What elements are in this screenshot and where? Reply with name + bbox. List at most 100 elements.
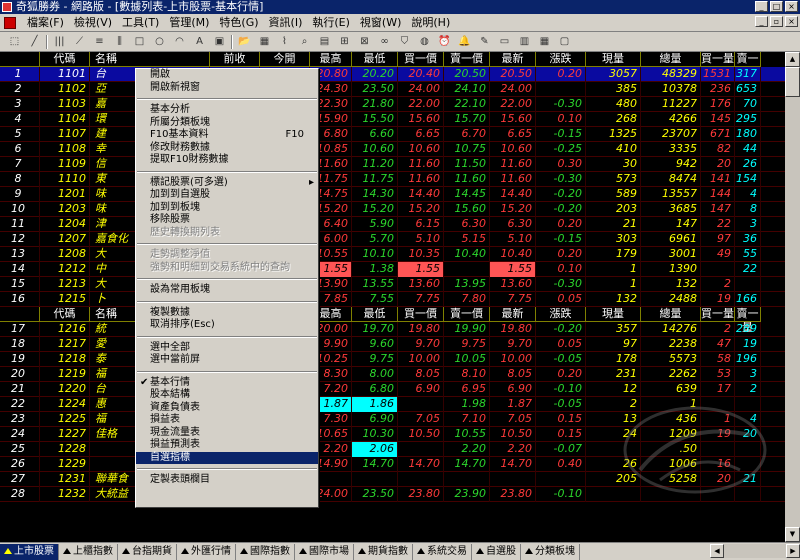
- context-item[interactable]: 損益表: [136, 414, 318, 427]
- menu-0[interactable]: 檔案(F): [22, 15, 69, 31]
- scroll-thumb[interactable]: [785, 67, 800, 97]
- table-row[interactable]: 10 1203 味 15.20 15.20 15.20 15.60 15.20 -0.20 203…: [0, 202, 785, 217]
- minimize-button[interactable]: _: [755, 1, 768, 12]
- menu-5[interactable]: 資訊(I): [264, 15, 308, 31]
- menu-8[interactable]: 說明(H): [406, 15, 455, 31]
- menu-1[interactable]: 檢視(V): [69, 15, 117, 31]
- bell-icon[interactable]: 🔔: [456, 34, 473, 49]
- menu-4[interactable]: 特色(G): [214, 15, 263, 31]
- column-header[interactable]: 現量: [586, 307, 641, 322]
- child-close-button[interactable]: ×: [785, 16, 798, 27]
- calc-icon[interactable]: ▦: [256, 34, 273, 49]
- table-row[interactable]: 6 1108 幸 10.85 10.60 10.60 10.75 10.60 -0.25 410 3…: [0, 142, 785, 157]
- shield-icon[interactable]: ⛉: [396, 34, 413, 49]
- fib-tool-icon[interactable]: ⫼: [111, 34, 128, 49]
- table-icon[interactable]: ⊞: [336, 34, 353, 49]
- window-icon[interactable]: ▢: [556, 34, 573, 49]
- menu-7[interactable]: 視窗(W): [355, 15, 406, 31]
- context-item[interactable]: 損益預測表: [136, 439, 318, 452]
- context-item[interactable]: 自選指標: [136, 451, 318, 464]
- table-row[interactable]: 4 1104 環 15.90 15.50 15.60 15.70 15.60 0.10 268 42…: [0, 112, 785, 127]
- world-icon[interactable]: ◍: [416, 34, 433, 49]
- column-header[interactable]: 最低: [352, 307, 398, 322]
- column-header[interactable]: 現量: [586, 52, 641, 67]
- tab-1[interactable]: 上櫃指數: [59, 543, 118, 560]
- context-item[interactable]: 加到到自選股: [136, 189, 318, 202]
- search-icon[interactable]: ⌕: [296, 34, 313, 49]
- open-icon[interactable]: 📂: [236, 34, 253, 49]
- arc-tool-icon[interactable]: ◠: [171, 34, 188, 49]
- table-row[interactable]: 2 1102 亞 24.30 23.50 24.00 24.10 24.00 385 10378 2…: [0, 82, 785, 97]
- column-header[interactable]: 總量: [641, 307, 701, 322]
- table-row[interactable]: 1 1101 台 20.80 20.20 20.40 20.50 20.50 0.20 3057 4…: [0, 67, 785, 82]
- tab-7[interactable]: 系統交易: [413, 543, 472, 560]
- table-row[interactable]: 21 1220 台 7.20 6.80 6.90 6.95 6.90 -0.10 12 639 17 2: [0, 382, 785, 397]
- column-header[interactable]: 賣一量: [735, 307, 761, 334]
- table-row[interactable]: 8 1110 東 11.75 11.75 11.60 11.60 11.60 -0.30 573 8…: [0, 172, 785, 187]
- alarm-icon[interactable]: ⏰: [436, 34, 453, 49]
- column-header[interactable]: 買一價: [398, 52, 444, 67]
- context-item[interactable]: F10基本資料 F10: [136, 129, 318, 142]
- context-item[interactable]: 基本行情 ✔: [136, 377, 318, 390]
- scroll-right-icon[interactable]: ▶: [786, 544, 800, 558]
- context-item[interactable]: 資產負債表: [136, 402, 318, 415]
- rect-tool-icon[interactable]: □: [131, 34, 148, 49]
- table-row[interactable]: 9 1201 味 14.75 14.30 14.40 14.45 14.40 -0.20 589 1…: [0, 187, 785, 202]
- fan-tool-icon[interactable]: ⟋: [71, 34, 88, 49]
- pen-icon[interactable]: ✎: [476, 34, 493, 49]
- menu-3[interactable]: 管理(M): [164, 15, 214, 31]
- table-row[interactable]: 18 1217 愛 9.90 9.60 9.70 9.75 9.70 0.05 97 2238 47 1…: [0, 337, 785, 352]
- column-header[interactable]: 總量: [641, 52, 701, 67]
- context-item[interactable]: 所屬分類板塊: [136, 117, 318, 130]
- table-row[interactable]: 19 1218 泰 10.25 9.75 10.00 10.05 10.00 -0.05 178 5…: [0, 352, 785, 367]
- column-header[interactable]: 賣一量: [735, 52, 761, 79]
- column-header[interactable]: 最低: [352, 52, 398, 67]
- column-header[interactable]: 買一價: [398, 307, 444, 322]
- column-header[interactable]: 賣一價: [444, 52, 490, 67]
- text-tool-icon[interactable]: A: [191, 34, 208, 49]
- column-header[interactable]: 賣一價: [444, 307, 490, 322]
- column-header[interactable]: 最新: [490, 52, 536, 67]
- child-restore-button[interactable]: ▫: [770, 16, 783, 27]
- column-header[interactable]: 買一量: [701, 307, 735, 322]
- context-item[interactable]: 開啟: [136, 69, 318, 82]
- context-item[interactable]: 選中當前屏: [136, 354, 318, 367]
- context-item[interactable]: 提取F10財務數據: [136, 154, 318, 167]
- column-header[interactable]: 最高: [310, 52, 352, 67]
- context-item[interactable]: 設為常用板塊: [136, 284, 318, 297]
- context-item[interactable]: 標記股票(可多選) ▸: [136, 177, 318, 190]
- context-item[interactable]: 加到到板塊: [136, 202, 318, 215]
- table-row[interactable]: 5 1107 建 6.80 6.60 6.65 6.70 6.65 -0.15 1325 23707…: [0, 127, 785, 142]
- column-header[interactable]: 前收: [210, 52, 260, 67]
- split-icon[interactable]: ▥: [516, 34, 533, 49]
- context-item[interactable]: 現金流量表: [136, 427, 318, 440]
- column-header[interactable]: 代碼: [40, 307, 90, 322]
- table-row[interactable]: 3 1103 嘉 22.30 21.80 22.00 22.10 22.00 -0.30 480 1…: [0, 97, 785, 112]
- layout-icon[interactable]: ▭: [496, 34, 513, 49]
- column-header[interactable]: 代碼: [40, 52, 90, 67]
- vertical-line-icon[interactable]: |||: [51, 34, 68, 49]
- context-item[interactable]: 基本分析: [136, 104, 318, 117]
- column-header[interactable]: 漲跌: [536, 307, 586, 322]
- vertical-scrollbar[interactable]: ▲ ▼: [785, 52, 800, 542]
- table-row[interactable]: 13 1208 大 10.55 10.10 10.35 10.40 10.40 0.20 179 3…: [0, 247, 785, 262]
- child-minimize-button[interactable]: _: [755, 16, 768, 27]
- column-header[interactable]: 買一量: [701, 52, 735, 67]
- context-item[interactable]: 取消排序(Esc): [136, 319, 318, 332]
- horizontal-scrollbar[interactable]: ◀ ▶: [710, 544, 800, 558]
- save-icon[interactable]: ▣: [211, 34, 228, 49]
- channel-tool-icon[interactable]: ≡: [91, 34, 108, 49]
- cursor-icon[interactable]: ⬚: [6, 34, 23, 49]
- chart-icon[interactable]: ⌇: [276, 34, 293, 49]
- tab-0[interactable]: 上市股票: [0, 543, 59, 560]
- column-header[interactable]: 最新: [490, 307, 536, 322]
- tab-5[interactable]: 國際市場: [295, 543, 354, 560]
- close-button[interactable]: ×: [785, 1, 798, 12]
- scroll-up-icon[interactable]: ▲: [785, 52, 800, 67]
- line-tool-icon[interactable]: ╱: [26, 34, 43, 49]
- grid-icon[interactable]: ▦: [536, 34, 553, 49]
- filter-icon[interactable]: ⊠: [356, 34, 373, 49]
- menu-6[interactable]: 執行(E): [307, 15, 355, 31]
- scroll-left-icon[interactable]: ◀: [710, 544, 724, 558]
- table-row[interactable]: 7 1109 信 11.60 11.20 11.60 11.50 11.60 0.30 30 942…: [0, 157, 785, 172]
